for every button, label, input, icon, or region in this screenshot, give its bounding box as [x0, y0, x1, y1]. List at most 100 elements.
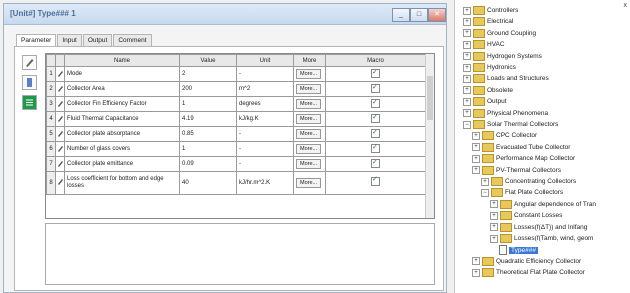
header-value[interactable]: Value [179, 54, 237, 67]
grid-scrollbar[interactable] [425, 54, 434, 218]
table-row[interactable]: 2 Collector Area 200 m^2 More... [46, 81, 426, 97]
tree-node-label[interactable]: CPC Collector [496, 133, 537, 140]
param-value[interactable]: 2 [179, 66, 237, 82]
param-unit[interactable]: - [236, 156, 294, 172]
expand-toggle[interactable]: + [472, 143, 480, 152]
param-value[interactable]: 40 [179, 171, 237, 195]
tree-node-label[interactable]: Quadratic Efficiency Collector [496, 258, 581, 265]
expand-toggle[interactable]: + [481, 177, 489, 186]
tree-node[interactable]: + Losses(f(Tamb, wind, geom [490, 234, 593, 244]
more-button[interactable]: More... [296, 178, 322, 188]
param-value[interactable]: 0.09 [179, 156, 237, 172]
tree-node-label[interactable]: Angular dependence of Tran [514, 201, 596, 208]
table-row[interactable]: 3 Collector Fin Efficiency Factor 1 degrees… [46, 96, 426, 112]
expand-toggle[interactable]: + [490, 223, 498, 232]
more-button[interactable]: More... [296, 129, 322, 139]
tree-node-label[interactable]: Electrical [487, 19, 513, 26]
expand-toggle[interactable]: + [463, 74, 471, 83]
macro-tool-button[interactable] [22, 95, 37, 110]
tree-node-label[interactable]: Solar Thermal Collectors [487, 121, 558, 128]
pencil-icon[interactable] [55, 96, 65, 112]
param-value[interactable]: 1 [179, 141, 237, 157]
tree-node-label[interactable]: Flat Plate Collectors [505, 190, 563, 197]
tree-node-label[interactable]: Physical Phenomena [487, 110, 548, 117]
tree-node-label[interactable]: Evacuated Tube Collector [496, 144, 570, 151]
more-button[interactable]: More... [296, 114, 322, 124]
table-row[interactable]: 7 Collector plate emittance 0.09- More... [46, 156, 426, 172]
param-value[interactable]: 0.85 [179, 126, 237, 142]
expand-toggle[interactable]: + [472, 154, 480, 163]
expand-toggle[interactable]: + [472, 131, 480, 140]
pencil-icon[interactable] [55, 156, 65, 172]
expand-toggle[interactable]: + [463, 29, 471, 38]
param-unit[interactable]: - [236, 126, 294, 142]
param-unit[interactable]: degrees [236, 96, 294, 112]
expand-toggle[interactable]: + [463, 109, 471, 118]
tree-node-label[interactable]: Concentrating Collectors [505, 178, 576, 185]
param-unit[interactable]: - [236, 66, 294, 82]
expand-toggle[interactable]: + [472, 257, 480, 266]
tree-node-label[interactable]: Ground Coupling [487, 30, 536, 37]
tree-node[interactable]: + Quadratic Efficiency Collector [472, 256, 581, 267]
tree-node[interactable]: + Constant Losses [490, 211, 562, 221]
close-button[interactable]: ✕ [428, 8, 446, 22]
tree-node[interactable]: − Flat Plate Collectors [481, 188, 563, 198]
macro-checkbox[interactable] [371, 98, 380, 108]
tree-node-label[interactable]: Hydronics [487, 64, 516, 71]
tree-node-label[interactable]: Constant Losses [514, 212, 562, 219]
tree-node[interactable]: + Hydrogen Systems [463, 51, 542, 62]
more-button[interactable]: More... [296, 84, 322, 94]
param-unit[interactable]: - [236, 141, 294, 157]
tree-close-icon[interactable]: x [624, 2, 628, 9]
param-value[interactable]: 200 [179, 81, 237, 97]
expand-toggle[interactable]: + [463, 17, 471, 26]
tab-input[interactable]: Input [57, 34, 82, 46]
title-bar[interactable]: [Unit#] Type### 1 _ □ ✕ [4, 4, 446, 25]
macro-checkbox[interactable] [371, 158, 380, 168]
expand-toggle[interactable]: − [463, 120, 471, 129]
tree-node[interactable]: + Ground Coupling [463, 28, 536, 39]
tree-node-label[interactable]: Losses(f(ΔT)) and Inlfang [514, 224, 587, 231]
tab-output[interactable]: Output [82, 34, 113, 46]
tree-node[interactable]: + Evacuated Tube Collector [472, 142, 570, 153]
macro-checkbox[interactable] [371, 113, 380, 123]
param-value[interactable]: 1 [179, 96, 237, 112]
table-row[interactable]: 4 Fluid Thermal Capacitance 4.19 kJ/kg.K Mor… [46, 111, 426, 127]
tree-node-label[interactable]: Theoretical Flat Plate Collector [496, 269, 585, 276]
tree-node-label[interactable]: Performance Map Collector [496, 155, 575, 162]
tree-node[interactable]: − Solar Thermal Collectors [463, 120, 558, 130]
table-row[interactable]: 8 Loss coefficient for bottom and edge lo… [46, 171, 426, 195]
tree-node-label[interactable]: PV-Thermal Collectors [496, 167, 561, 174]
scrollbar-thumb[interactable] [427, 76, 433, 120]
pencil-icon[interactable] [55, 126, 65, 142]
tree-node[interactable]: + Angular dependence of Tran [490, 199, 596, 210]
tree-node-label[interactable]: Hydrogen Systems [487, 53, 542, 60]
expand-toggle[interactable]: + [463, 40, 471, 49]
tree-node-label[interactable]: Controllers [487, 7, 518, 14]
maximize-button[interactable]: □ [410, 8, 428, 22]
macro-checkbox[interactable] [371, 128, 380, 138]
expand-toggle[interactable]: + [463, 63, 471, 72]
pencil-icon[interactable] [55, 141, 65, 157]
tree-node[interactable]: + Obsolete [463, 85, 513, 96]
expand-toggle[interactable]: + [490, 200, 498, 209]
tree-node-label[interactable]: Loads and Structures [487, 76, 549, 83]
header-more[interactable]: More [293, 54, 326, 67]
pencil-icon[interactable] [55, 66, 65, 82]
expand-toggle[interactable]: + [463, 97, 471, 106]
expand-toggle[interactable]: + [463, 6, 471, 15]
tree-node[interactable]: + PV-Thermal Collectors [472, 165, 561, 176]
tree-node[interactable]: + Theoretical Flat Plate Collector [472, 268, 585, 278]
tree-node[interactable]: Type### [499, 245, 538, 256]
macro-checkbox[interactable] [371, 176, 380, 186]
tree-node[interactable]: + Output [463, 97, 507, 107]
table-row[interactable]: 6 Number of glass covers 1- More... [46, 141, 426, 157]
macro-checkbox[interactable] [371, 68, 380, 78]
tree-node[interactable]: + Loads and Structures [463, 74, 549, 84]
tree-node[interactable]: + Controllers [463, 6, 518, 16]
table-row[interactable]: 1 Mode 2- More... [46, 66, 426, 82]
pencil-icon[interactable] [55, 171, 65, 195]
expand-toggle[interactable]: + [472, 268, 480, 277]
pencil-icon[interactable] [55, 81, 65, 97]
tree-node-label[interactable]: Type### [509, 247, 538, 255]
